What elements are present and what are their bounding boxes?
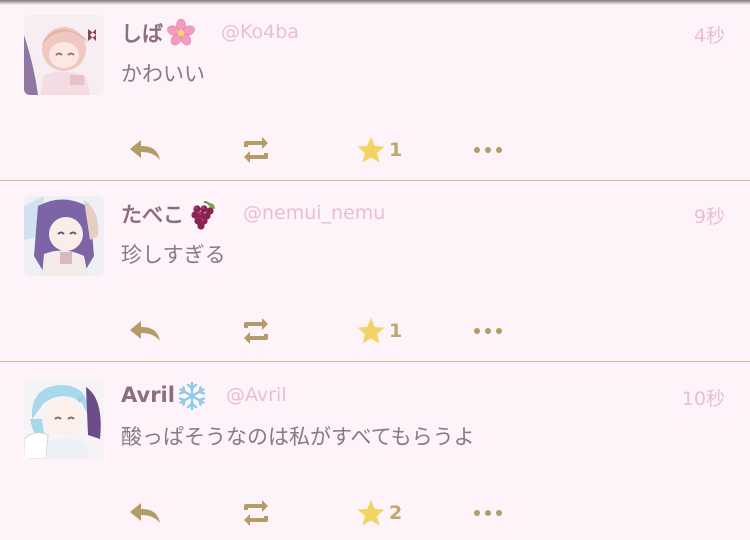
- post-content: 珍しすぎる: [121, 243, 226, 267]
- snowflake-icon: [177, 381, 206, 411]
- display-name-text: Avril: [121, 383, 175, 407]
- post-content: かわいい: [121, 62, 205, 86]
- more-button[interactable]: [474, 311, 502, 351]
- more-button[interactable]: [474, 493, 502, 533]
- boost-icon: [244, 318, 268, 344]
- star-icon: [357, 137, 385, 163]
- account-handle[interactable]: @Ko4ba: [221, 21, 299, 43]
- action-bar: 1: [0, 311, 750, 351]
- display-name[interactable]: しば: [121, 18, 195, 48]
- more-icon: [474, 328, 502, 334]
- favourite-count: 2: [389, 502, 403, 524]
- favourite-count: 1: [389, 139, 403, 161]
- boost-icon: [244, 500, 268, 526]
- favourite-button[interactable]: 1: [356, 311, 402, 351]
- boost-button[interactable]: [240, 130, 272, 170]
- boost-button[interactable]: [240, 493, 272, 533]
- post-item[interactable]: しば @Ko4ba 4秒 かわいい 1: [0, 0, 750, 181]
- avatar[interactable]: [24, 379, 104, 459]
- reply-icon: [130, 503, 160, 523]
- reply-icon: [130, 321, 160, 341]
- favourite-button[interactable]: 1: [356, 130, 402, 170]
- reply-button[interactable]: [128, 311, 162, 351]
- more-icon: [474, 510, 502, 516]
- post-content: 酸っぱそうなのは私がすべてもらうよ: [121, 425, 475, 449]
- display-name-text: しば: [121, 22, 163, 46]
- favourite-count: 1: [389, 320, 403, 342]
- star-icon: [357, 318, 385, 344]
- avatar[interactable]: [24, 196, 104, 276]
- post-item[interactable]: たべこ @nemui_nemu 9秒 珍しすぎる 1: [0, 181, 750, 362]
- account-handle[interactable]: @nemui_nemu: [243, 202, 385, 224]
- post-timestamp[interactable]: 9秒: [694, 202, 725, 229]
- reply-icon: [130, 140, 160, 160]
- display-name[interactable]: Avril: [121, 381, 206, 411]
- grapes-icon: [188, 200, 216, 230]
- post-timestamp[interactable]: 10秒: [682, 384, 725, 411]
- avatar[interactable]: [24, 15, 104, 95]
- cherry-blossom-icon: [167, 18, 195, 47]
- boost-button[interactable]: [240, 311, 272, 351]
- more-button[interactable]: [474, 130, 502, 170]
- action-bar: 2: [0, 493, 750, 533]
- more-icon: [474, 147, 502, 153]
- favourite-button[interactable]: 2: [356, 493, 402, 533]
- reply-button[interactable]: [128, 130, 162, 170]
- display-name-text: たべこ: [121, 203, 184, 227]
- display-name[interactable]: たべこ: [121, 199, 216, 230]
- post-timestamp[interactable]: 4秒: [694, 21, 725, 48]
- star-icon: [357, 500, 385, 526]
- post-item[interactable]: Avril @Avril 10秒 酸っぱそうなのは私がすべてもらうよ 2: [0, 363, 750, 540]
- boost-icon: [244, 137, 268, 163]
- action-bar: 1: [0, 130, 750, 170]
- reply-button[interactable]: [128, 493, 162, 533]
- account-handle[interactable]: @Avril: [226, 384, 287, 406]
